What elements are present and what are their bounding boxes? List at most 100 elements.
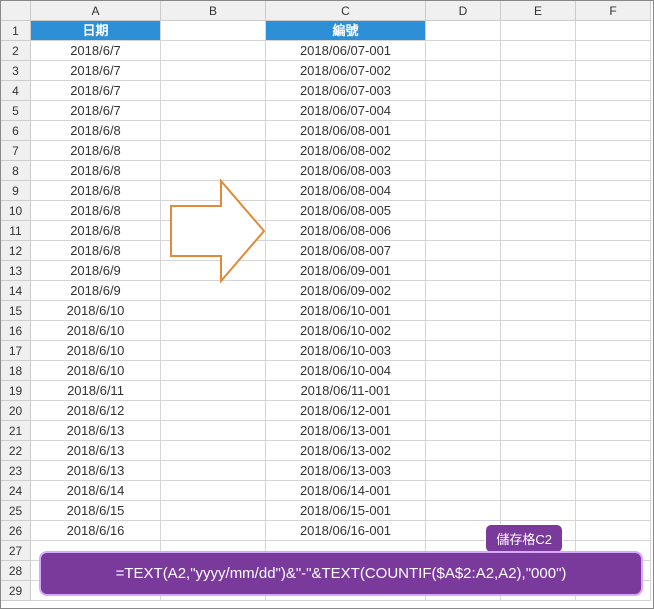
cell-date[interactable]: 2018/6/13 xyxy=(31,441,161,461)
cell-empty[interactable] xyxy=(576,361,651,381)
column-header[interactable]: A xyxy=(31,1,161,21)
cell-empty[interactable] xyxy=(161,61,266,81)
cell-empty[interactable] xyxy=(576,241,651,261)
cell-empty[interactable] xyxy=(501,441,576,461)
cell-empty[interactable] xyxy=(426,141,501,161)
row-header[interactable]: 13 xyxy=(1,261,31,281)
cell-empty[interactable] xyxy=(426,401,501,421)
cell-empty[interactable] xyxy=(501,201,576,221)
cell-date[interactable]: 2018/6/10 xyxy=(31,321,161,341)
row-header[interactable]: 8 xyxy=(1,161,31,181)
cell-empty[interactable] xyxy=(576,181,651,201)
cell-empty[interactable] xyxy=(161,261,266,281)
cell-empty[interactable] xyxy=(576,101,651,121)
cell-empty[interactable] xyxy=(426,81,501,101)
cell-code[interactable]: 2018/06/08-007 xyxy=(266,241,426,261)
cell-code[interactable]: 2018/06/07-001 xyxy=(266,41,426,61)
cell-empty[interactable] xyxy=(426,121,501,141)
row-header[interactable]: 26 xyxy=(1,521,31,541)
cell-date[interactable]: 2018/6/11 xyxy=(31,381,161,401)
column-header[interactable]: C xyxy=(266,1,426,21)
row-header[interactable]: 24 xyxy=(1,481,31,501)
cell-empty[interactable] xyxy=(426,361,501,381)
cell-empty[interactable] xyxy=(426,241,501,261)
header-cell-date[interactable]: 日期 xyxy=(31,21,161,41)
cell-empty[interactable] xyxy=(501,301,576,321)
cell-empty[interactable] xyxy=(426,101,501,121)
cell-code[interactable]: 2018/06/12-001 xyxy=(266,401,426,421)
cell-date[interactable]: 2018/6/10 xyxy=(31,301,161,321)
cell-empty[interactable] xyxy=(161,101,266,121)
cell-empty[interactable] xyxy=(576,461,651,481)
cell-code[interactable]: 2018/06/09-002 xyxy=(266,281,426,301)
cell-empty[interactable] xyxy=(501,181,576,201)
cell-empty[interactable] xyxy=(501,421,576,441)
cell-empty[interactable] xyxy=(576,41,651,61)
cell-code[interactable]: 2018/06/13-003 xyxy=(266,461,426,481)
cell-date[interactable]: 2018/6/7 xyxy=(31,61,161,81)
spreadsheet-grid[interactable]: ABCDEF1日期編號22018/6/72018/06/07-00132018/… xyxy=(1,1,653,601)
cell-empty[interactable] xyxy=(501,141,576,161)
cell-code[interactable]: 2018/06/08-004 xyxy=(266,181,426,201)
cell-empty[interactable] xyxy=(161,521,266,541)
cell-date[interactable]: 2018/6/10 xyxy=(31,361,161,381)
cell-date[interactable]: 2018/6/7 xyxy=(31,41,161,61)
cell-empty[interactable] xyxy=(501,321,576,341)
cell-date[interactable]: 2018/6/7 xyxy=(31,101,161,121)
row-header[interactable]: 17 xyxy=(1,341,31,361)
cell-empty[interactable] xyxy=(161,421,266,441)
cell-empty[interactable] xyxy=(576,161,651,181)
cell-empty[interactable] xyxy=(576,421,651,441)
cell-code[interactable]: 2018/06/07-002 xyxy=(266,61,426,81)
cell-empty[interactable] xyxy=(426,201,501,221)
cell-date[interactable]: 2018/6/13 xyxy=(31,421,161,441)
cell-empty[interactable] xyxy=(161,281,266,301)
cell-date[interactable]: 2018/6/15 xyxy=(31,501,161,521)
row-header[interactable]: 28 xyxy=(1,561,31,581)
cell-empty[interactable] xyxy=(161,361,266,381)
row-header[interactable]: 7 xyxy=(1,141,31,161)
cell-empty[interactable] xyxy=(161,41,266,61)
cell-code[interactable]: 2018/06/08-002 xyxy=(266,141,426,161)
row-header[interactable]: 20 xyxy=(1,401,31,421)
column-header[interactable]: F xyxy=(576,1,651,21)
cell-code[interactable]: 2018/06/07-004 xyxy=(266,101,426,121)
cell-date[interactable]: 2018/6/13 xyxy=(31,461,161,481)
row-header[interactable]: 27 xyxy=(1,541,31,561)
row-header[interactable]: 10 xyxy=(1,201,31,221)
row-header[interactable]: 5 xyxy=(1,101,31,121)
row-header[interactable]: 16 xyxy=(1,321,31,341)
cell-empty[interactable] xyxy=(576,281,651,301)
cell-empty[interactable] xyxy=(501,221,576,241)
cell-empty[interactable] xyxy=(501,461,576,481)
cell-empty[interactable] xyxy=(161,501,266,521)
cell-empty[interactable] xyxy=(576,321,651,341)
cell-date[interactable]: 2018/6/8 xyxy=(31,221,161,241)
cell-empty[interactable] xyxy=(426,421,501,441)
row-header[interactable]: 9 xyxy=(1,181,31,201)
column-header[interactable]: D xyxy=(426,1,501,21)
cell-empty[interactable] xyxy=(426,281,501,301)
cell-empty[interactable] xyxy=(161,441,266,461)
cell-empty[interactable] xyxy=(576,481,651,501)
cell-empty[interactable] xyxy=(501,281,576,301)
cell-code[interactable]: 2018/06/16-001 xyxy=(266,521,426,541)
cell-empty[interactable] xyxy=(161,401,266,421)
cell-empty[interactable] xyxy=(161,121,266,141)
cell-empty[interactable] xyxy=(426,61,501,81)
cell-empty[interactable] xyxy=(161,341,266,361)
cell-empty[interactable] xyxy=(161,481,266,501)
cell-empty[interactable] xyxy=(426,481,501,501)
cell-empty[interactable] xyxy=(576,341,651,361)
cell-empty[interactable] xyxy=(576,501,651,521)
cell-date[interactable]: 2018/6/7 xyxy=(31,81,161,101)
row-header[interactable]: 18 xyxy=(1,361,31,381)
cell-empty[interactable] xyxy=(426,321,501,341)
cell-code[interactable]: 2018/06/08-003 xyxy=(266,161,426,181)
cell-empty[interactable] xyxy=(161,241,266,261)
cell-date[interactable]: 2018/6/12 xyxy=(31,401,161,421)
cell-code[interactable]: 2018/06/08-006 xyxy=(266,221,426,241)
cell-empty[interactable] xyxy=(161,301,266,321)
cell-date[interactable]: 2018/6/9 xyxy=(31,261,161,281)
cell-empty[interactable] xyxy=(501,81,576,101)
